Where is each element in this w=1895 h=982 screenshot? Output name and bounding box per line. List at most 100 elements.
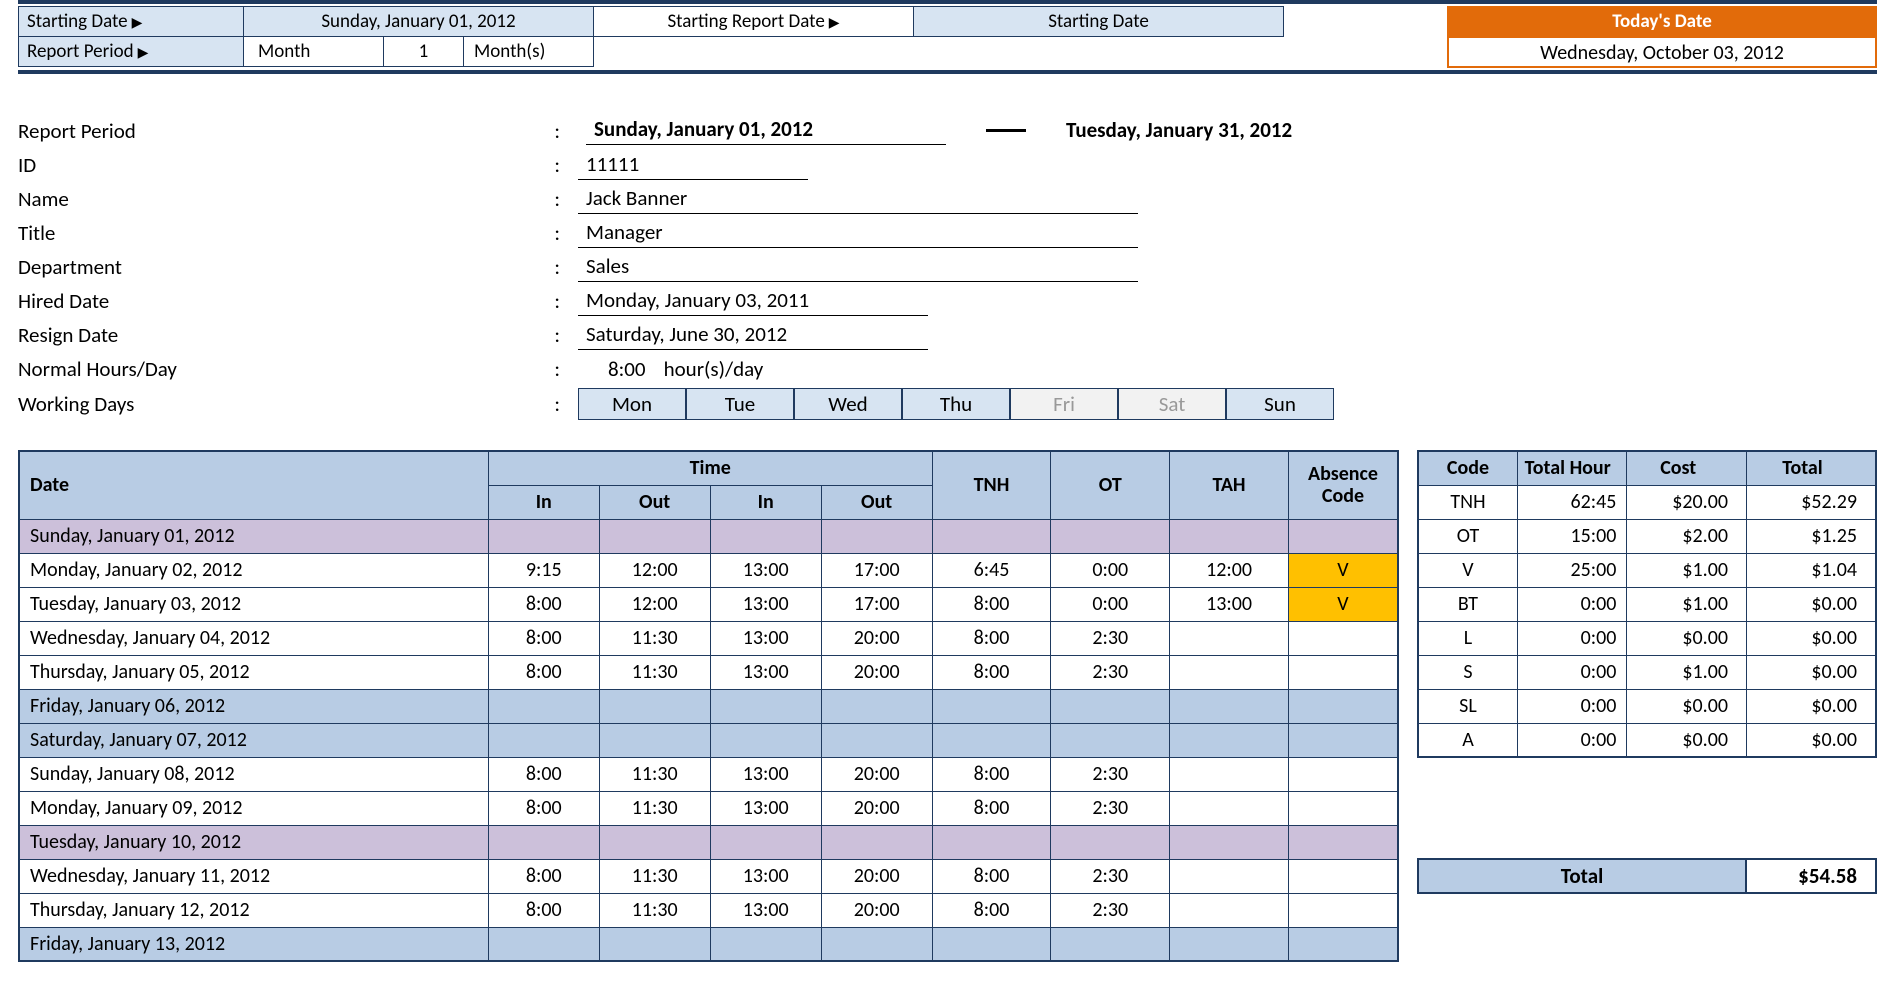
timesheet-row: Sunday, January 01, 2012 bbox=[19, 519, 1398, 553]
today-label: Today's Date bbox=[1447, 6, 1877, 36]
cell-tah bbox=[1170, 519, 1289, 553]
normal-hours-value: 8:00 hour(s)/day bbox=[578, 356, 763, 382]
summary-cost: $0.00 bbox=[1627, 621, 1747, 655]
summary-code: A bbox=[1418, 723, 1517, 757]
cell-date: Monday, January 02, 2012 bbox=[19, 553, 488, 587]
starting-date-value[interactable]: Sunday, January 01, 2012 bbox=[244, 7, 594, 37]
cell-time: 17:00 bbox=[821, 553, 932, 587]
cell-absence bbox=[1288, 519, 1398, 553]
cell-time bbox=[821, 927, 932, 961]
today-value: Wednesday, October 03, 2012 bbox=[1447, 36, 1877, 68]
cell-time bbox=[599, 723, 710, 757]
cell-date: Tuesday, January 10, 2012 bbox=[19, 825, 488, 859]
summary-cost: $20.00 bbox=[1627, 485, 1747, 519]
cell-tah: 12:00 bbox=[1170, 553, 1289, 587]
cell-absence bbox=[1288, 621, 1398, 655]
report-period-num[interactable]: 1 bbox=[384, 37, 464, 67]
summary-cost: $0.00 bbox=[1627, 723, 1747, 757]
cell-ot: 2:30 bbox=[1051, 791, 1170, 825]
working-days-lbl: Working Days bbox=[18, 391, 548, 417]
th-out2: Out bbox=[821, 485, 932, 519]
starting-report-date-value[interactable]: Starting Date bbox=[914, 7, 1284, 37]
weekday-thu: Thu bbox=[902, 388, 1010, 420]
cell-time: 12:00 bbox=[599, 587, 710, 621]
weekday-mon: Mon bbox=[578, 388, 686, 420]
cell-time: 8:00 bbox=[488, 621, 599, 655]
cell-ot: 0:00 bbox=[1051, 553, 1170, 587]
summary-total: $1.04 bbox=[1747, 553, 1877, 587]
summary-row: OT15:00$2.00$1.25 bbox=[1418, 519, 1876, 553]
timesheet-row: Monday, January 02, 20129:15 12:00 13:0017… bbox=[19, 553, 1398, 587]
summary-row: A0:00$0.00$0.00 bbox=[1418, 723, 1876, 757]
cell-time: 11:30 bbox=[599, 757, 710, 791]
triangle-right-icon: ▶ bbox=[829, 14, 840, 31]
summary-total: $0.00 bbox=[1747, 723, 1877, 757]
timesheet-row: Tuesday, January 03, 20128:0012:0013:001… bbox=[19, 587, 1398, 621]
title-lbl: Title bbox=[18, 220, 548, 246]
cell-time bbox=[821, 825, 932, 859]
cell-time: 13:00 bbox=[710, 587, 821, 621]
cell-time bbox=[821, 689, 932, 723]
cell-time bbox=[821, 519, 932, 553]
title-value: Manager bbox=[578, 219, 1138, 248]
dash-icon bbox=[986, 129, 1026, 132]
summary-th: 25:00 bbox=[1517, 553, 1626, 587]
cell-tah bbox=[1170, 757, 1289, 791]
cell-time: 20:00 bbox=[821, 859, 932, 893]
report-period-unit[interactable]: Month bbox=[244, 37, 384, 67]
name-lbl: Name bbox=[18, 186, 548, 212]
cell-tah bbox=[1170, 689, 1289, 723]
period-end: Tuesday, January 31, 2012 bbox=[1066, 117, 1292, 143]
cell-time: 11:30 bbox=[599, 621, 710, 655]
timesheet-row: Monday, January 09, 20128:0011:3013:0020… bbox=[19, 791, 1398, 825]
report-period-label: Report Period▶ bbox=[19, 37, 244, 67]
cell-time: 13:00 bbox=[710, 859, 821, 893]
cell-time: 8:00 bbox=[488, 893, 599, 927]
th-out1: Out bbox=[599, 485, 710, 519]
cell-ot: 2:30 bbox=[1051, 859, 1170, 893]
cell-tah bbox=[1170, 655, 1289, 689]
cell-ot: 2:30 bbox=[1051, 621, 1170, 655]
th-in1: In bbox=[488, 485, 599, 519]
cell-absence bbox=[1288, 723, 1398, 757]
cell-ot bbox=[1051, 689, 1170, 723]
cell-date: Wednesday, January 04, 2012 bbox=[19, 621, 488, 655]
cell-time: 20:00 bbox=[821, 791, 932, 825]
cell-time: 13:00 bbox=[710, 621, 821, 655]
cell-tah bbox=[1170, 893, 1289, 927]
cell-ot: 2:30 bbox=[1051, 655, 1170, 689]
cell-ot bbox=[1051, 927, 1170, 961]
report-period-range: Sunday, January 01, 2012 Tuesday, Januar… bbox=[578, 116, 1300, 147]
timesheet-row: Wednesday, January 04, 20128:0011:3013:0… bbox=[19, 621, 1398, 655]
cell-tnh: 8:00 bbox=[932, 587, 1051, 621]
summary-row: TNH62:45$20.00$52.29 bbox=[1418, 485, 1876, 519]
summary-cost: $1.00 bbox=[1627, 553, 1747, 587]
cell-time: 20:00 bbox=[821, 655, 932, 689]
cell-time bbox=[488, 927, 599, 961]
summary-row: BT0:00$1.00$0.00 bbox=[1418, 587, 1876, 621]
th-total: Total bbox=[1747, 451, 1877, 485]
cell-time: 13:00 bbox=[710, 553, 821, 587]
report-period-lbl: Report Period bbox=[18, 118, 548, 144]
cell-absence bbox=[1288, 689, 1398, 723]
timesheet-row: Thursday, January 12, 20128:0011:3013:00… bbox=[19, 893, 1398, 927]
summary-row: S0:00$1.00$0.00 bbox=[1418, 655, 1876, 689]
cell-tnh bbox=[932, 825, 1051, 859]
cell-time: 9:15 bbox=[488, 553, 599, 587]
cell-time bbox=[710, 689, 821, 723]
cell-tnh: 8:00 bbox=[932, 757, 1051, 791]
starting-date-label: Starting Date▶ bbox=[19, 7, 244, 37]
th-ot: OT bbox=[1051, 451, 1170, 519]
period-start: Sunday, January 01, 2012 bbox=[586, 116, 946, 145]
cell-time: 8:00 bbox=[488, 859, 599, 893]
hired-value: Monday, January 03, 2011 bbox=[578, 287, 928, 316]
cell-tah bbox=[1170, 791, 1289, 825]
cell-absence bbox=[1288, 893, 1398, 927]
weekday-fri: Fri bbox=[1010, 388, 1118, 420]
cell-date: Tuesday, January 03, 2012 bbox=[19, 587, 488, 621]
cell-ot bbox=[1051, 723, 1170, 757]
th-total-hour: Total Hour bbox=[1517, 451, 1626, 485]
timesheet-row: Tuesday, January 10, 2012 bbox=[19, 825, 1398, 859]
cell-date: Wednesday, January 11, 2012 bbox=[19, 859, 488, 893]
summary-total: $52.29 bbox=[1747, 485, 1877, 519]
